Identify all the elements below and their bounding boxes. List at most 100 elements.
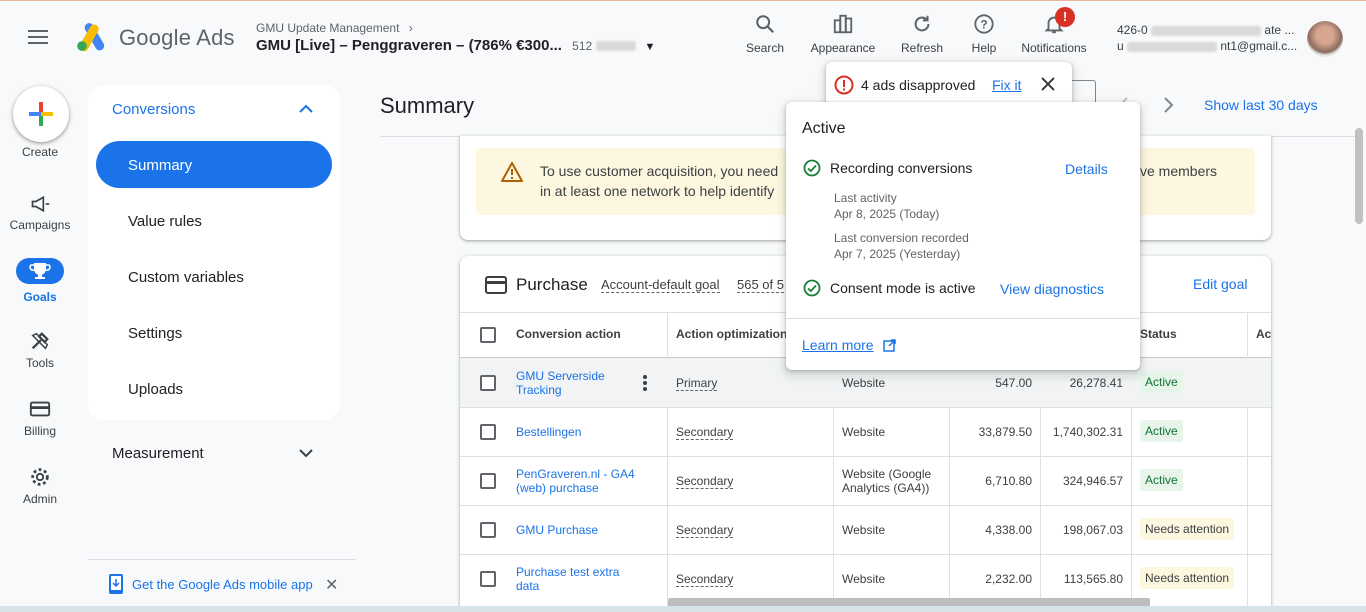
- warning-text: To use customer acquisition, you need: [540, 163, 779, 179]
- appearance-icon: [833, 14, 853, 34]
- row-checkbox[interactable]: [480, 571, 496, 587]
- last-conversion-value: Apr 7, 2025 (Yesterday): [834, 247, 961, 261]
- fix-it-link[interactable]: Fix it: [992, 77, 1022, 93]
- column-divider: [1247, 312, 1248, 612]
- column-header-status[interactable]: Status: [1140, 327, 1177, 341]
- rail-goals[interactable]: Goals: [0, 290, 80, 304]
- conversions-value: 33,879.50: [978, 425, 1032, 439]
- chevron-up-icon[interactable]: [298, 101, 314, 117]
- rail-campaigns[interactable]: Campaigns: [0, 194, 80, 232]
- row-checkbox[interactable]: [480, 375, 496, 391]
- consent-mode-label: Consent mode is active: [830, 280, 976, 296]
- account-breadcrumb[interactable]: GMU Update Management ›: [256, 21, 413, 35]
- row-divider: [460, 505, 1271, 506]
- mobile-app-link[interactable]: Get the Google Ads mobile app: [132, 577, 313, 592]
- last-conversion-label: Last conversion recorded: [834, 231, 969, 245]
- chevron-right-icon[interactable]: [1161, 96, 1175, 114]
- optimization-value[interactable]: Secondary: [676, 572, 734, 587]
- google-ads-logo-icon: [76, 23, 108, 51]
- goal-count[interactable]: 565 of 5: [737, 277, 784, 293]
- column-header-next[interactable]: Ac: [1256, 327, 1271, 341]
- optimization-value[interactable]: Secondary: [676, 523, 734, 538]
- account-selector[interactable]: GMU [Live] – Penggraveren – (786% €300..…: [256, 37, 666, 54]
- learn-more-link[interactable]: Learn more: [802, 337, 874, 353]
- more-vert-icon[interactable]: [640, 374, 650, 392]
- conversions-value: 4,338.00: [985, 523, 1032, 537]
- svg-text:?: ?: [980, 18, 987, 32]
- menu-icon[interactable]: [28, 27, 52, 47]
- avatar[interactable]: [1307, 21, 1343, 57]
- select-all-checkbox[interactable]: [480, 327, 496, 343]
- row-divider: [460, 554, 1271, 555]
- rail-billing[interactable]: Billing: [0, 398, 80, 438]
- help-button[interactable]: ? Help: [966, 13, 1002, 55]
- nav-item-uploads[interactable]: Uploads: [128, 381, 183, 398]
- row-divider: [460, 456, 1271, 457]
- goal-type[interactable]: Account-default goal: [601, 277, 720, 293]
- conversion-action-link[interactable]: PenGraveren.nl - GA4 (web) purchase: [516, 467, 636, 495]
- status-badge: Active: [1140, 469, 1183, 491]
- create-button[interactable]: [13, 86, 69, 142]
- optimization-value[interactable]: Primary: [676, 376, 718, 391]
- close-icon[interactable]: [1040, 76, 1056, 92]
- notification-badge: !: [1055, 7, 1075, 27]
- details-link[interactable]: Details: [1065, 161, 1108, 177]
- refresh-button[interactable]: Refresh: [898, 13, 946, 55]
- conv-value-value: 26,278.41: [1069, 376, 1123, 390]
- conversion-action-link[interactable]: Bestellingen: [516, 425, 581, 439]
- rail-tools[interactable]: Tools: [0, 330, 80, 370]
- nav-item-value-rules[interactable]: Value rules: [128, 213, 202, 230]
- notifications-button[interactable]: Notifications: [1016, 13, 1092, 55]
- warning-text-end: ve members: [1140, 163, 1218, 179]
- conversion-action-link[interactable]: GMU Serverside Tracking: [516, 369, 626, 397]
- appearance-button[interactable]: Appearance: [808, 13, 878, 55]
- optimization-value[interactable]: Secondary: [676, 425, 734, 440]
- column-header-action-optimization[interactable]: Action optimization: [676, 327, 787, 341]
- search-button[interactable]: Search: [745, 13, 785, 55]
- nav-item-settings[interactable]: Settings: [128, 325, 182, 342]
- conversions-value: 547.00: [995, 376, 1032, 390]
- bottom-strip: [0, 606, 1366, 612]
- conversion-action-link[interactable]: Purchase test extra data: [516, 565, 636, 593]
- credit-card-icon: [29, 401, 51, 417]
- goals-active-indicator[interactable]: [16, 258, 64, 284]
- date-range-edge: [1070, 80, 1096, 102]
- nav-section-conversions[interactable]: Conversions: [112, 101, 195, 118]
- row-divider: [460, 407, 1271, 408]
- tools-icon: [31, 332, 49, 350]
- warning-icon: [500, 161, 524, 183]
- row-checkbox[interactable]: [480, 522, 496, 538]
- edit-goal-button[interactable]: Edit goal: [1193, 276, 1247, 292]
- close-icon[interactable]: ✕: [325, 575, 338, 595]
- status-badge: Active: [1140, 371, 1183, 393]
- chevron-down-icon[interactable]: [298, 445, 314, 461]
- search-icon: [756, 15, 775, 34]
- source-value: Website: [842, 376, 886, 390]
- source-value: Website: [842, 523, 886, 537]
- status-badge: Needs attention: [1140, 518, 1235, 540]
- gear-icon: [31, 468, 49, 486]
- nav-section-measurement[interactable]: Measurement: [112, 445, 204, 462]
- source-value: Website: [842, 425, 886, 439]
- recording-conversions-label: Recording conversions: [830, 160, 973, 176]
- megaphone-icon: [31, 195, 50, 213]
- column-header-conversion-action[interactable]: Conversion action: [516, 327, 621, 341]
- conversions-nav-panel: [88, 85, 340, 420]
- conversion-action-link[interactable]: GMU Purchase: [516, 523, 598, 537]
- nav-item-summary[interactable]: Summary: [128, 157, 192, 174]
- show-last-30-days-button[interactable]: Show last 30 days: [1204, 97, 1318, 113]
- row-checkbox[interactable]: [480, 473, 496, 489]
- vertical-scrollbar[interactable]: [1355, 128, 1363, 224]
- customer-id[interactable]: 426-0 ate ...: [1117, 23, 1294, 37]
- conv-value-value: 1,740,302.31: [1052, 425, 1123, 439]
- user-email[interactable]: u nt1@gmail.c...: [1117, 39, 1297, 53]
- nav-item-custom-variables[interactable]: Custom variables: [128, 269, 244, 286]
- rail-admin[interactable]: Admin: [0, 466, 80, 506]
- refresh-icon: [914, 15, 930, 32]
- create-label: Create: [21, 145, 59, 159]
- plus-icon: [29, 102, 53, 126]
- row-checkbox[interactable]: [480, 424, 496, 440]
- view-diagnostics-link[interactable]: View diagnostics: [1000, 281, 1104, 297]
- mobile-phone-icon: [108, 573, 124, 595]
- optimization-value[interactable]: Secondary: [676, 474, 734, 489]
